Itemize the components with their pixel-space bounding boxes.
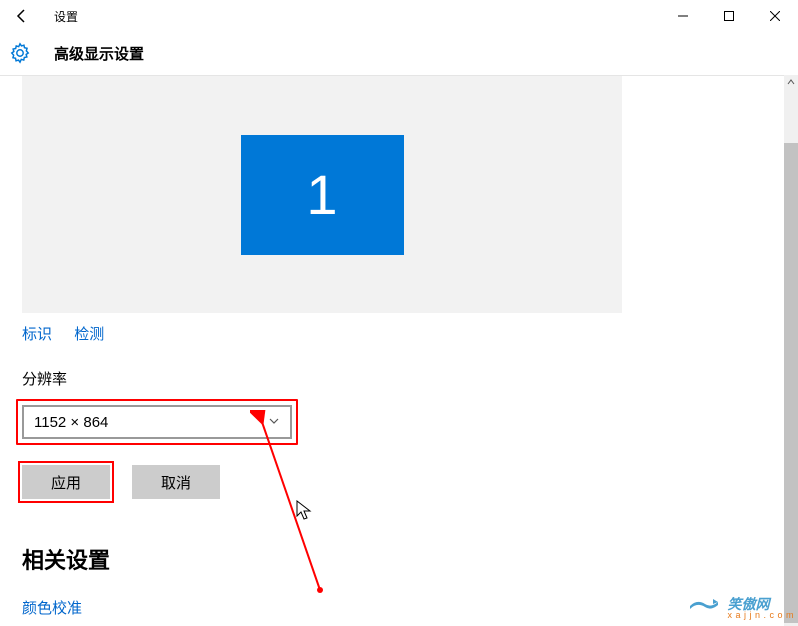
watermark-en: x a j j n . c o m [727, 611, 794, 620]
gear-icon [8, 41, 32, 65]
chevron-down-icon [268, 414, 280, 431]
watermark-logo-icon [687, 595, 721, 622]
scrollbar-thumb[interactable] [784, 143, 798, 623]
close-button[interactable] [752, 0, 798, 32]
color-calibration-link[interactable]: 颜色校准 [22, 597, 798, 618]
resolution-dropdown[interactable]: 1152 × 864 [22, 405, 292, 439]
display-preview-panel: 1 [22, 76, 622, 313]
cancel-label: 取消 [161, 472, 191, 493]
scroll-up-button[interactable] [784, 75, 798, 89]
related-settings-heading: 相关设置 [22, 543, 798, 575]
apply-button[interactable]: 应用 [22, 465, 110, 499]
minimize-button[interactable] [660, 0, 706, 32]
cancel-button[interactable]: 取消 [132, 465, 220, 499]
display-tile-1[interactable]: 1 [241, 135, 404, 255]
detect-link[interactable]: 检测 [74, 326, 104, 343]
resolution-label: 分辨率 [22, 368, 798, 389]
page-title: 高级显示设置 [54, 43, 144, 64]
watermark: 笑傲网 x a j j n . c o m [687, 595, 794, 622]
back-button[interactable] [10, 4, 34, 28]
app-name: 设置 [54, 8, 78, 25]
display-tile-number: 1 [306, 162, 337, 227]
resolution-highlight: 1152 × 864 [16, 399, 298, 445]
vertical-scrollbar[interactable] [784, 75, 798, 626]
watermark-cn: 笑傲网 [727, 597, 794, 611]
maximize-button[interactable] [706, 0, 752, 32]
resolution-value: 1152 × 864 [34, 414, 108, 431]
apply-label: 应用 [51, 472, 81, 493]
identify-link[interactable]: 标识 [22, 326, 52, 343]
